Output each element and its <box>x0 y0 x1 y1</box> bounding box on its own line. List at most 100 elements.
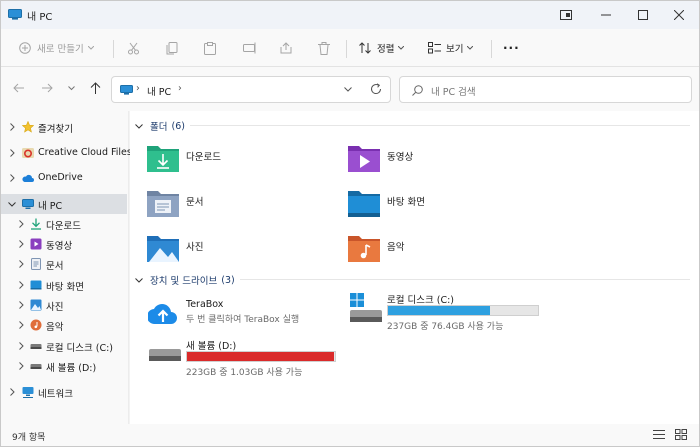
star-icon <box>22 121 34 133</box>
chevron-right-icon[interactable] <box>8 123 16 131</box>
drive-name: 새 볼륨 (D:) <box>186 341 237 352</box>
window-title: 내 PC <box>27 12 53 23</box>
computer-icon <box>120 85 133 95</box>
sidebar-item-drive-c[interactable]: 로컬 디스크 (C:) <box>1 336 127 356</box>
sidebar-item-label: Creative Cloud Files <box>38 147 132 158</box>
terabox-icon <box>148 304 177 325</box>
paste-icon <box>204 41 216 55</box>
new-button[interactable]: 새로 만들기 <box>19 38 94 58</box>
chevron-right-icon[interactable] <box>17 301 25 309</box>
trash-icon <box>318 41 330 55</box>
folders-group-header[interactable]: 폴더 (6) <box>135 119 185 133</box>
folder-label: 사진 <box>186 242 204 253</box>
search-box[interactable]: 내 PC 검색 <box>399 76 692 103</box>
breadcrumb-segment[interactable]: 내 PC <box>147 84 171 98</box>
videos-folder-icon <box>348 146 380 172</box>
drive-c-item[interactable]: 로컬 디스크 (C:) 237GB 중 76.4GB 사용 가능 <box>347 291 547 332</box>
sidebar-item-downloads[interactable]: 다운로드 <box>1 214 127 234</box>
drive-c-usage-bar <box>387 305 539 316</box>
chevron-down-icon[interactable] <box>8 200 16 208</box>
close-button[interactable] <box>659 1 699 29</box>
tiles-view-icon[interactable] <box>675 429 687 440</box>
more-options-button[interactable]: ··· <box>503 38 520 58</box>
paste-button[interactable] <box>204 38 216 58</box>
sort-button[interactable]: 정렬 <box>359 38 405 58</box>
chevron-right-icon[interactable] <box>17 321 25 329</box>
snap-button[interactable] <box>546 1 586 29</box>
group-divider <box>240 279 690 280</box>
chevron-down-icon <box>67 85 75 90</box>
sidebar-item-label: 음악 <box>46 322 64 333</box>
sidebar-item-this-pc[interactable]: 내 PC <box>1 194 127 214</box>
folder-desktop[interactable]: 바탕 화면 <box>347 185 537 219</box>
chevron-down-icon[interactable] <box>344 87 352 92</box>
documents-folder-icon <box>147 191 179 217</box>
drive-subtitle: 223GB 중 1.03GB 사용 가능 <box>186 368 303 378</box>
chevron-right-icon[interactable] <box>17 240 25 248</box>
drive-icon <box>149 349 181 361</box>
sidebar-item-onedrive[interactable]: OneDrive <box>1 168 127 188</box>
toolbar-divider <box>491 40 492 58</box>
forward-button[interactable] <box>38 79 56 97</box>
minimize-button[interactable] <box>586 1 626 29</box>
drive-icon <box>30 344 42 349</box>
sidebar-item-documents[interactable]: 문서 <box>1 254 127 274</box>
details-view-icon[interactable] <box>653 429 665 440</box>
delete-button[interactable] <box>318 38 330 58</box>
up-button[interactable] <box>86 79 104 97</box>
chevron-right-icon[interactable] <box>17 260 25 268</box>
content-pane: 폴더 (6) 다운로드 동영상 문서 바탕 화면 사진 음악 장치 및 드라이브… <box>130 111 699 424</box>
chevron-right-icon[interactable] <box>8 149 16 157</box>
sidebar-item-pictures[interactable]: 사진 <box>1 295 127 315</box>
folder-documents[interactable]: 문서 <box>146 185 336 219</box>
chevron-right-icon[interactable] <box>8 388 16 396</box>
sidebar-item-favorites[interactable]: 즐겨찾기 <box>1 117 127 137</box>
sidebar-item-desktop[interactable]: 바탕 화면 <box>1 275 127 295</box>
sidebar-item-creative-cloud[interactable]: Creative Cloud Files <box>1 143 132 163</box>
picture-icon <box>30 299 42 311</box>
drive-name: 로컬 디스크 (C:) <box>387 295 454 306</box>
chevron-down-icon <box>87 46 94 50</box>
copy-button[interactable] <box>166 38 178 58</box>
terabox-item[interactable]: TeraBox 두 번 클릭하여 TeraBox 실행 <box>146 296 336 330</box>
music-folder-icon <box>348 236 380 262</box>
chevron-right-icon[interactable] <box>17 220 25 228</box>
navigation-pane: 즐겨찾기 Creative Cloud Files OneDrive 내 PC … <box>1 111 132 424</box>
folder-videos[interactable]: 동영상 <box>347 140 537 174</box>
rename-button[interactable] <box>243 38 257 58</box>
status-bar: 9개 항목 <box>1 424 699 446</box>
close-icon <box>674 10 684 20</box>
sidebar-item-music[interactable]: 음악 <box>1 315 127 335</box>
drive-d-usage-fill <box>187 352 335 361</box>
sidebar-item-label: 새 볼륨 (D:) <box>46 363 97 374</box>
view-button[interactable]: 보기 <box>428 38 474 58</box>
sidebar-item-network[interactable]: 네트워크 <box>1 382 127 402</box>
sidebar-item-drive-d[interactable]: 새 볼륨 (D:) <box>1 356 127 376</box>
cut-button[interactable] <box>127 38 140 58</box>
drives-group-header[interactable]: 장치 및 드라이브 (3) <box>135 273 235 287</box>
chevron-right-icon[interactable] <box>8 174 16 182</box>
folder-downloads[interactable]: 다운로드 <box>146 140 336 174</box>
chevron-down-icon <box>135 123 143 129</box>
chevron-right-icon[interactable] <box>17 281 25 289</box>
drive-subtitle: 두 번 클릭하여 TeraBox 실행 <box>186 315 300 325</box>
search-input[interactable]: 내 PC 검색 <box>431 84 476 98</box>
title-bar: 내 PC <box>1 1 699 29</box>
refresh-icon[interactable] <box>370 83 382 95</box>
sidebar-item-videos[interactable]: 동영상 <box>1 234 127 254</box>
chevron-right-icon[interactable] <box>17 362 25 370</box>
folder-music[interactable]: 음악 <box>347 230 537 264</box>
plus-circle-icon <box>19 42 31 54</box>
share-button[interactable] <box>280 38 292 58</box>
recent-locations-button[interactable] <box>62 79 80 97</box>
arrow-up-icon <box>90 82 100 94</box>
maximize-icon <box>638 10 648 20</box>
maximize-button[interactable] <box>623 1 663 29</box>
sort-button-label: 정렬 <box>377 44 395 55</box>
chevron-right-icon[interactable] <box>17 342 25 350</box>
back-button[interactable] <box>10 79 28 97</box>
folder-pictures[interactable]: 사진 <box>146 230 336 264</box>
address-bar[interactable]: › 내 PC › <box>111 76 391 103</box>
breadcrumb-separator: › <box>178 83 182 94</box>
drive-d-item[interactable]: 새 볼륨 (D:) 223GB 중 1.03GB 사용 가능 <box>146 337 346 379</box>
